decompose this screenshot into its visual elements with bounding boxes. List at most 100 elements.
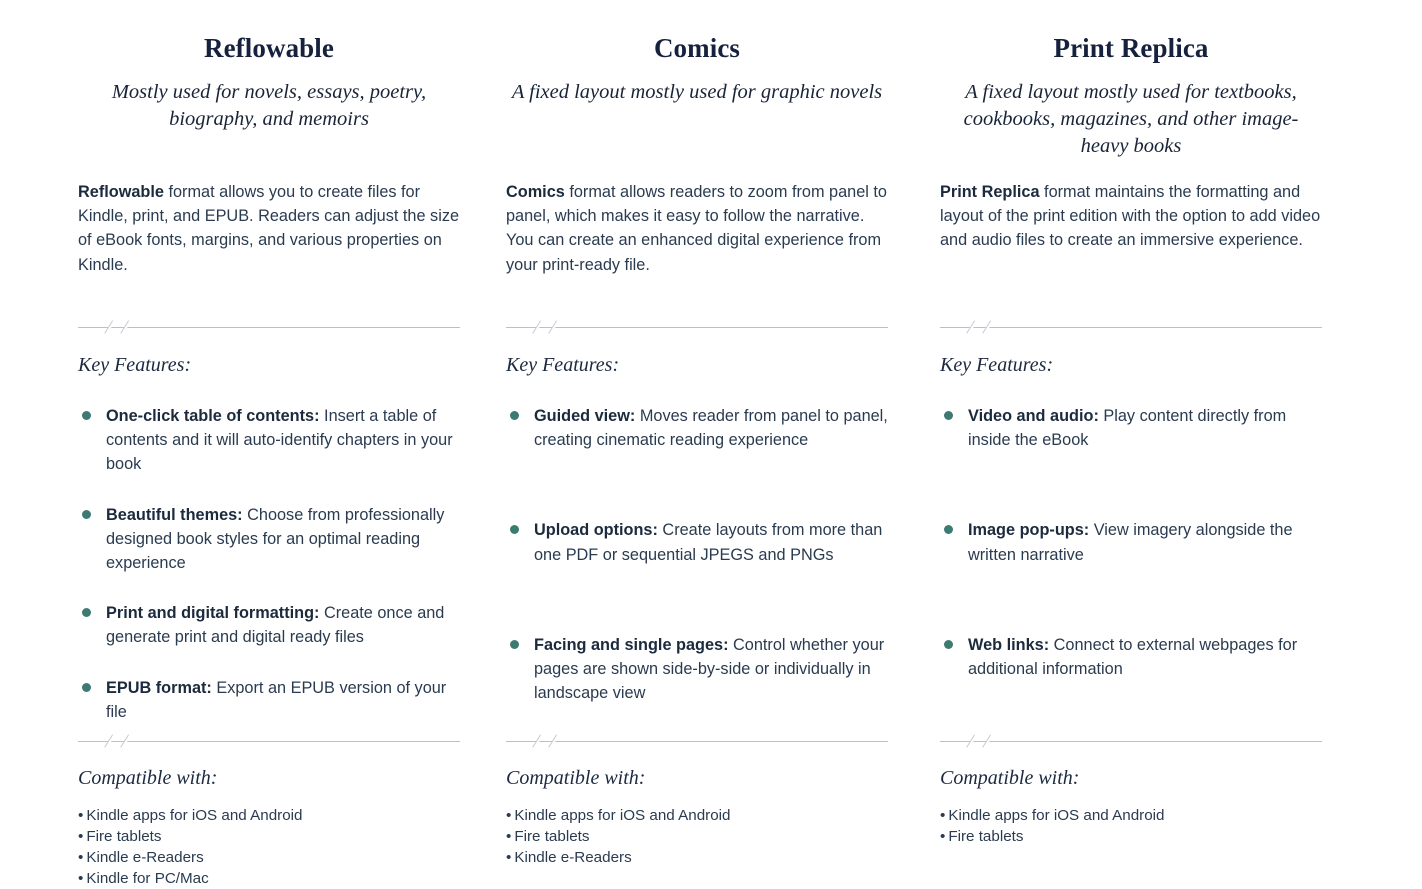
bullet-dot-icon (944, 411, 953, 420)
feature-item: Video and audio: Play content directly f… (940, 404, 1322, 452)
list-item: • Fire tablets (78, 826, 460, 847)
bullet-glyph-icon: • (78, 828, 84, 845)
bullet-dot-icon (82, 411, 91, 420)
key-features-label: Key Features: (940, 354, 1054, 376)
list-item: • Kindle e-Readers (78, 847, 460, 868)
list-item: • Kindle apps for iOS and Android (78, 805, 460, 826)
bullet-glyph-icon: • (940, 828, 946, 845)
feature-title: Video and audio: (968, 407, 1099, 425)
feature-title: Guided view: (534, 407, 636, 425)
feature-item: Upload options: Create layouts from more… (506, 518, 888, 566)
list-item: • Fire tablets (940, 826, 1322, 847)
column-description-block: Reflowable format allows you to create f… (78, 180, 460, 277)
feature-title: One-click table of contents: (106, 407, 320, 425)
feature-item: Guided view: Moves reader from panel to … (506, 404, 888, 452)
bullet-glyph-icon: • (78, 849, 84, 866)
compatible-with-label: Compatible with: (940, 767, 1080, 789)
key-features-block: Key Features: Guided view: Moves reader … (506, 352, 888, 705)
column-subtitle: A fixed layout mostly used for textbooks… (963, 81, 1299, 157)
description-lead: Reflowable (78, 183, 164, 201)
list-item-label: Kindle e-Readers (86, 849, 204, 866)
feature-item: EPUB format: Export an EPUB version of y… (78, 676, 460, 724)
feature-title: Upload options: (534, 521, 658, 540)
list-item-label: Fire tablets (86, 828, 162, 845)
divider-rule (940, 741, 1322, 742)
list-item: • Fire tablets (506, 826, 888, 847)
column-description: Print Replica format maintains the forma… (940, 180, 1322, 253)
compatible-with-label: Compatible with: (506, 767, 646, 789)
key-features-label: Key Features: (506, 354, 620, 376)
format-comparison-board: Reflowable Mostly used for novels, essay… (0, 0, 1422, 887)
bullet-glyph-icon: • (506, 828, 512, 845)
bullet-dot-icon (82, 509, 91, 519)
divider-rule (506, 741, 888, 742)
bullet-glyph-icon: • (78, 870, 84, 887)
feature-item: Image pop-ups: View imagery alongside th… (940, 518, 1322, 566)
key-features-label: Key Features: (78, 354, 192, 376)
feature-item: Print and digital formatting: Create onc… (78, 601, 460, 649)
description-lead: Print Replica (940, 183, 1040, 201)
list-item: • Kindle e-Readers (506, 847, 888, 868)
bullet-dot-icon (944, 525, 953, 535)
list-item-label: Kindle apps for iOS and Android (514, 807, 731, 824)
compatible-with-label: Compatible with: (78, 767, 218, 789)
feature-title: Print and digital formatting: (106, 604, 320, 623)
feature-title: Image pop-ups: (968, 521, 1090, 540)
format-column-print-replica: Print Replica A fixed layout mostly used… (940, 32, 1322, 880)
description-lead: Comics (506, 183, 565, 201)
key-features-list: Video and audio: Play content directly f… (940, 404, 1322, 681)
list-item-label: Fire tablets (948, 828, 1024, 845)
compatible-with-list: • Kindle apps for iOS and Android • Fire t… (78, 805, 460, 889)
feature-item: Web links: Connect to external webpages … (940, 633, 1322, 681)
key-features-block: Key Features: Video and audio: Play cont… (940, 352, 1322, 681)
divider-rule (940, 327, 1322, 328)
feature-title: Beautiful themes: (106, 505, 243, 524)
divider-rule (78, 327, 460, 328)
list-item-label: Kindle for PC/Mac (86, 870, 209, 887)
bullet-dot-icon (510, 639, 519, 649)
column-description-block: Print Replica format maintains the forma… (940, 180, 1322, 253)
section-divider-top (940, 320, 1322, 335)
column-subtitle: A fixed layout mostly used for graphic n… (511, 81, 883, 103)
feature-item: Facing and single pages: Control whether… (506, 633, 888, 706)
column-description-block: Comics format allows readers to zoom fro… (506, 180, 888, 277)
list-item-label: Kindle e-Readers (514, 849, 632, 866)
format-column-reflowable: Reflowable Mostly used for novels, essay… (78, 32, 460, 887)
bullet-dot-icon (82, 608, 91, 618)
divider-rule (78, 741, 460, 742)
section-divider-top (78, 320, 460, 335)
section-divider-bottom (78, 734, 460, 749)
list-item: • Kindle apps for iOS and Android (940, 805, 1322, 826)
bullet-glyph-icon: • (940, 807, 946, 824)
bullet-dot-icon (510, 525, 519, 535)
list-item-label: Fire tablets (514, 828, 590, 845)
key-features-list: One-click table of contents: Insert a ta… (78, 404, 460, 724)
bullet-dot-icon (510, 411, 519, 420)
compatible-with-list: • Kindle apps for iOS and Android • Fire t… (940, 805, 1322, 847)
section-divider-bottom (940, 734, 1322, 749)
divider-rule (506, 327, 888, 328)
section-divider-bottom (506, 734, 888, 749)
compatible-with-block: Compatible with: • Kindle apps for iOS an… (506, 765, 888, 868)
bullet-glyph-icon: • (506, 807, 512, 824)
feature-item: Beautiful themes: Choose from profession… (78, 503, 460, 576)
bullet-glyph-icon: • (78, 807, 84, 824)
format-column-comics: Comics A fixed layout mostly used for gr… (506, 32, 888, 880)
list-item: • Kindle for PC/Mac (78, 868, 460, 889)
bullet-dot-icon (944, 639, 953, 649)
feature-title: Facing and single pages: (534, 635, 729, 654)
compatible-with-block: Compatible with: • Kindle apps for iOS an… (78, 765, 460, 889)
column-title: Print Replica (1053, 33, 1209, 63)
list-item: • Kindle apps for iOS and Android (506, 805, 888, 826)
compatible-with-list: • Kindle apps for iOS and Android • Fire t… (506, 805, 888, 868)
key-features-block: Key Features: One-click table of content… (78, 352, 460, 724)
key-features-list: Guided view: Moves reader from panel to … (506, 404, 888, 705)
feature-item: One-click table of contents: Insert a ta… (78, 404, 460, 477)
feature-title: Web links: (968, 635, 1050, 654)
column-description: Reflowable format allows you to create f… (78, 180, 460, 277)
column-title: Comics (653, 33, 741, 63)
column-subtitle: Mostly used for novels, essays, poetry, … (111, 81, 427, 130)
list-item-label: Kindle apps for iOS and Android (948, 807, 1165, 824)
column-description: Comics format allows readers to zoom fro… (506, 180, 888, 277)
section-divider-top (506, 320, 888, 335)
